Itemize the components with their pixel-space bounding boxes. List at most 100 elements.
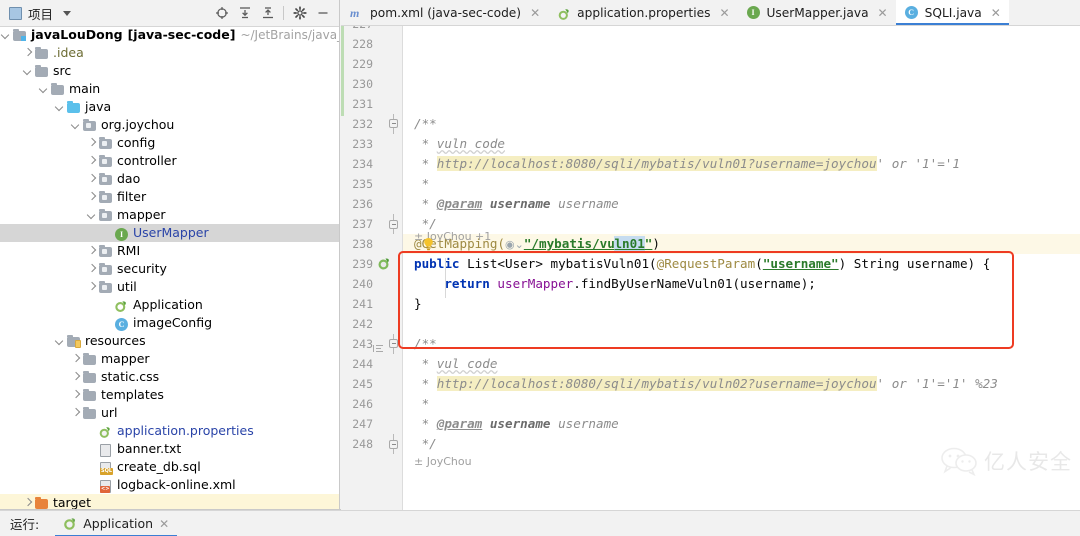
chevron-down-icon[interactable] (22, 66, 33, 77)
tree-item-target[interactable]: target (0, 494, 339, 510)
code-line[interactable]: } (403, 294, 1080, 314)
tree-item-application-properties[interactable]: application.properties (0, 422, 339, 440)
chevron-down-icon[interactable] (38, 84, 49, 95)
close-icon[interactable]: ✕ (159, 517, 169, 531)
chevron-down-icon[interactable] (70, 120, 81, 131)
chevron-right-icon[interactable] (22, 48, 33, 59)
tree-item-label: target (53, 495, 92, 510)
code-text-area[interactable]: /** * vuln code * http://localhost:8080/… (403, 26, 1080, 510)
tree-item-static-css[interactable]: static.css (0, 368, 339, 386)
folder-source-icon (66, 100, 81, 115)
project-title-group[interactable]: 项目 (0, 4, 72, 23)
chevron-right-icon[interactable] (70, 390, 81, 401)
close-icon[interactable]: ✕ (530, 6, 540, 20)
tree-item-imageconfig[interactable]: CimageConfig (0, 314, 339, 332)
intention-bulb-icon[interactable] (422, 237, 435, 251)
interface-icon: I (746, 6, 761, 20)
tree-item-banner-txt[interactable]: banner.txt (0, 440, 339, 458)
editor-tab-application.properties[interactable]: application.properties ✕ (548, 0, 737, 25)
tree-item-mapper[interactable]: mapper (0, 206, 339, 224)
tree-item-templates[interactable]: templates (0, 386, 339, 404)
code-line[interactable]: * vul code (403, 354, 1080, 374)
code-line[interactable]: /** (403, 114, 1080, 134)
class-icon: C (904, 6, 919, 20)
tree-item-create-db-sql[interactable]: SQL create_db.sql (0, 458, 339, 476)
close-icon[interactable]: ✕ (878, 6, 888, 20)
tree-item-mapper[interactable]: mapper (0, 350, 339, 368)
tree-item-java[interactable]: java (0, 98, 339, 116)
close-icon[interactable]: ✕ (719, 6, 729, 20)
chevron-right-icon[interactable] (70, 372, 81, 383)
folder-module-icon (12, 28, 27, 43)
code-editor[interactable]: 227 228 229 230 231 232 233 234 235 236 237 238 239 2… (341, 26, 1080, 510)
editor-tab-pom.xml[interactable]: m pom.xml (java-sec-code) ✕ (341, 0, 548, 25)
code-line[interactable]: * (403, 174, 1080, 194)
chevron-right-icon[interactable] (86, 156, 97, 167)
chevron-down-icon[interactable] (54, 336, 65, 347)
chevron-right-icon[interactable] (22, 498, 33, 509)
line-number: 228 (352, 37, 373, 51)
tree-item-url[interactable]: url (0, 404, 339, 422)
code-line[interactable]: return userMapper.findByUserNameVuln01(u… (403, 274, 1080, 294)
project-panel-title: 项目 (28, 6, 54, 22)
tree-item-usermapper[interactable]: I UserMapper (0, 224, 339, 242)
project-file-tree[interactable]: javaLouDong [java-sec-code] ~/JetBrains/ja… (0, 26, 339, 510)
code-fold-start-icon[interactable] (388, 334, 399, 354)
tree-item-main[interactable]: main (0, 80, 339, 98)
chevron-right-icon[interactable] (86, 246, 97, 257)
tree-item--idea[interactable]: .idea (0, 44, 339, 62)
tree-item-controller[interactable]: controller (0, 152, 339, 170)
chevron-down-icon[interactable] (63, 10, 72, 16)
chevron-right-icon[interactable] (86, 192, 97, 203)
class-icon: C (114, 316, 129, 331)
chevron-right-icon[interactable] (86, 174, 97, 185)
tree-item-resources[interactable]: resources (0, 332, 339, 350)
chevron-down-icon[interactable] (86, 210, 97, 221)
code-line[interactable]: * @param username username (403, 414, 1080, 434)
expand-all-icon[interactable] (234, 3, 255, 24)
code-fold-end-icon[interactable] (388, 214, 399, 234)
code-line[interactable]: * http://localhost:8080/sqli/mybatis/vul… (403, 154, 1080, 174)
code-fold-start-icon[interactable] (388, 114, 399, 134)
code-fold-end-icon[interactable] (388, 434, 399, 454)
tree-item-org-joychou[interactable]: org.joychou (0, 116, 339, 134)
code-line[interactable]: * @param username username (403, 194, 1080, 214)
chevron-down-icon[interactable] (0, 30, 11, 41)
code-line[interactable]: * http://localhost:8080/sqli/mybatis/vul… (403, 374, 1080, 394)
code-line[interactable]: public List<User> mybatisVuln01(@Request… (403, 254, 1080, 274)
editor-tab-sqli.java[interactable]: C SQLI.java ✕ (895, 0, 1009, 25)
tree-item-label: mapper (117, 207, 166, 222)
line-number: 235 (352, 177, 373, 191)
spring-bean-gutter-icon[interactable] (377, 257, 391, 271)
chevron-right-icon[interactable] (70, 408, 81, 419)
run-tab-application[interactable]: Application ✕ (55, 511, 178, 536)
line-number: 242 (352, 317, 373, 331)
code-line[interactable]: /** (403, 334, 1080, 354)
settings-gear-icon[interactable] (289, 3, 310, 24)
tree-item-label: create_db.sql (117, 459, 201, 474)
close-icon[interactable]: ✕ (991, 6, 1001, 20)
collapse-all-icon[interactable] (257, 3, 278, 24)
minimize-icon[interactable] (312, 3, 333, 24)
locate-icon[interactable] (211, 3, 232, 24)
tree-item-config[interactable]: config (0, 134, 339, 152)
tree-item-filter[interactable]: filter (0, 188, 339, 206)
chevron-right-icon[interactable] (86, 264, 97, 275)
tree-item-application[interactable]: Application (0, 296, 339, 314)
chevron-right-icon[interactable] (70, 354, 81, 365)
tree-item-javaloudong[interactable]: javaLouDong [java-sec-code] ~/JetBrains/ja… (0, 26, 339, 44)
editor-gutter[interactable]: 227 228 229 230 231 232 233 234 235 236 237 238 239 2… (341, 26, 403, 510)
tree-item-rmi[interactable]: RMI (0, 242, 339, 260)
tree-item-logback-online-xml[interactable]: <> logback-online.xml (0, 476, 339, 494)
chevron-right-icon[interactable] (86, 138, 97, 149)
tree-item-util[interactable]: util (0, 278, 339, 296)
chevron-down-icon[interactable] (54, 102, 65, 113)
chevron-right-icon[interactable] (86, 282, 97, 293)
tree-item-security[interactable]: security (0, 260, 339, 278)
code-line[interactable]: * (403, 394, 1080, 414)
code-line[interactable]: * vuln code (403, 134, 1080, 154)
editor-tab-usermapper.java[interactable]: I UserMapper.java ✕ (738, 0, 896, 25)
run-tool-window-bar: 运行: Application ✕ (0, 510, 1080, 536)
tree-item-dao[interactable]: dao (0, 170, 339, 188)
tree-item-src[interactable]: src (0, 62, 339, 80)
